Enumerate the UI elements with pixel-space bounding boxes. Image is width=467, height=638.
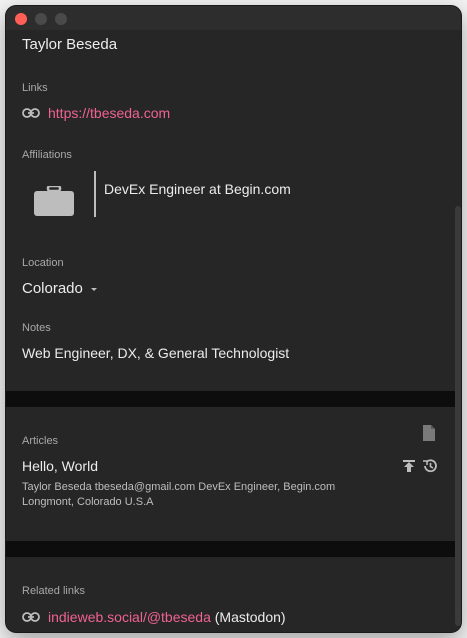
app-window: Taylor Beseda Links https://tbeseda.com … — [6, 6, 461, 632]
scrollbar[interactable] — [455, 206, 461, 626]
location-label: Location — [22, 257, 64, 269]
location-value: Colorado — [22, 280, 83, 297]
document-icon[interactable] — [423, 425, 435, 441]
minimize-window-button[interactable] — [35, 13, 47, 25]
affiliation-divider — [94, 171, 96, 217]
profile-card: Taylor Beseda Links https://tbeseda.com … — [6, 30, 461, 391]
profile-link[interactable]: https://tbeseda.com — [22, 105, 170, 121]
affiliation-text: DevEx Engineer at Begin.com — [104, 181, 291, 197]
window-content: Taylor Beseda Links https://tbeseda.com … — [6, 6, 461, 632]
section-separator — [6, 391, 461, 407]
briefcase-icon — [34, 186, 74, 216]
related-link[interactable]: indieweb.social/@tbeseda (Mastodon) — [22, 609, 286, 625]
maximize-window-button[interactable] — [55, 13, 67, 25]
article-byline: Taylor Beseda tbeseda@gmail.com DevEx En… — [22, 481, 336, 493]
related-links-label: Related links — [22, 585, 85, 597]
close-window-button[interactable] — [15, 13, 27, 25]
upload-icon[interactable] — [402, 459, 416, 473]
links-label: Links — [22, 82, 48, 94]
location-select[interactable]: Colorado — [22, 280, 97, 297]
history-icon[interactable] — [422, 458, 438, 474]
profile-name: Taylor Beseda — [22, 36, 118, 53]
affiliations-label: Affiliations — [22, 149, 72, 161]
article-location: Longmont, Colorado U.S.A — [22, 496, 154, 508]
article-title[interactable]: Hello, World — [22, 458, 98, 474]
articles-label: Articles — [22, 435, 59, 447]
related-links-card: Related links indieweb.social/@tbeseda (… — [6, 557, 461, 632]
dropdown-caret-icon — [90, 287, 97, 291]
profile-link-text[interactable]: https://tbeseda.com — [48, 105, 170, 121]
notes-label: Notes — [22, 322, 51, 334]
section-separator — [6, 541, 461, 557]
notes-value: Web Engineer, DX, & General Technologist — [22, 345, 290, 361]
related-link-text[interactable]: indieweb.social/@tbeseda — [48, 609, 211, 625]
related-link-suffix: (Mastodon) — [210, 609, 286, 625]
link-icon — [22, 612, 40, 622]
titlebar — [6, 6, 461, 30]
articles-card: Articles Hello, World Taylor Beseda tbes… — [6, 407, 461, 541]
link-icon — [22, 108, 40, 118]
